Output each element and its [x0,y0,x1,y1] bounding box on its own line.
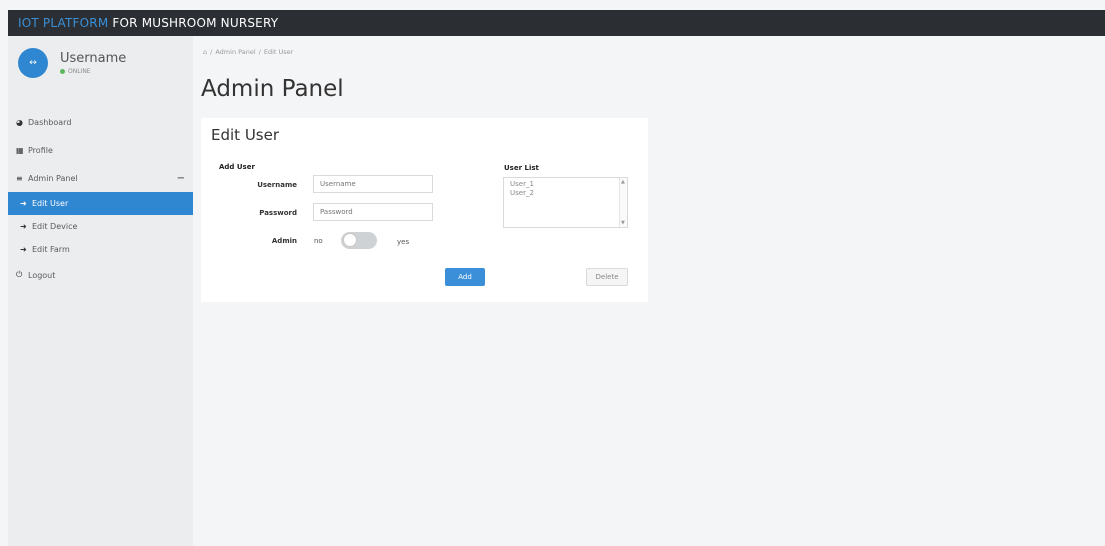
avatar: ↔ [18,48,48,78]
sidebar-item-label: Profile [28,145,53,155]
calendar-icon: ▦ [16,145,24,155]
top-navbar: IOT PLATFORM FOR MUSHROOM NURSERY [8,10,1105,36]
admin-label: Admin [271,237,297,245]
sidebar-item-edit-device[interactable]: ➜ Edit Device [8,215,193,238]
avatar-icon: ↔ [29,58,37,68]
sidebar-item-dashboard[interactable]: ◕ Dashboard [8,108,193,136]
list-item[interactable]: User_1 [504,180,627,189]
scroll-up-icon[interactable]: ▲ [621,179,625,185]
online-status: ONLINE [60,68,126,75]
username-input[interactable] [313,175,433,193]
sidebar-item-label: Dashboard [28,117,72,127]
sidebar-item-label: Edit User [32,199,69,208]
breadcrumb: ⌂ / Admin Panel / Edit User [203,48,293,56]
brand-accent: IOT PLATFORM [18,16,109,30]
sidebar-item-admin-panel[interactable]: ≡ Admin Panel − [8,164,193,192]
brand-title[interactable]: IOT PLATFORM FOR MUSHROOM NURSERY [8,16,278,30]
toggle-no-label: no [314,237,323,245]
arrow-right-icon: ➜ [20,222,27,231]
breadcrumb-separator: / [258,48,261,56]
dashboard-icon: ◕ [16,117,23,127]
toggle-yes-label: yes [397,238,410,246]
user-list-heading: User List [504,164,539,172]
admin-toggle[interactable] [341,232,377,249]
power-icon: ⏻ [16,270,23,279]
status-text: ONLINE [68,68,91,75]
add-user-heading: Add User [219,163,255,171]
scroll-down-icon[interactable]: ▼ [621,220,625,226]
user-list-select[interactable]: User_1 User_2 ▲ ▼ [503,177,628,228]
breadcrumb-item-admin-panel[interactable]: Admin Panel [215,48,255,56]
sidebar-item-label: Edit Device [32,222,78,231]
online-dot-icon [60,69,65,74]
list-icon: ≡ [16,173,23,183]
sidebar-item-label: Edit Farm [32,245,70,254]
sidebar-item-logout[interactable]: ⏻ Logout [8,261,193,289]
sidebar-item-edit-user[interactable]: ➜ Edit User [8,192,193,215]
password-label: Password [259,209,297,217]
delete-button[interactable]: Delete [586,268,628,286]
sidebar-item-label: Logout [28,270,56,280]
arrow-right-icon: ➜ [20,245,27,254]
sidebar: ↔ Username ONLINE ◕ Dashboard ▦ Profile … [8,36,193,546]
user-info: Username ONLINE [60,51,126,75]
card-title: Edit User [211,126,280,144]
home-icon[interactable]: ⌂ [203,48,207,56]
toggle-knob [343,233,357,247]
sidebar-item-edit-farm[interactable]: ➜ Edit Farm [8,238,193,261]
username-label: Username [257,181,297,189]
username-label: Username [60,51,127,66]
arrow-right-icon: ➜ [20,199,27,208]
edit-user-card: Edit User Add User Username Password Adm… [201,118,648,302]
list-scrollbar[interactable]: ▲ ▼ [619,178,627,227]
list-item[interactable]: User_2 [504,189,627,198]
sidebar-menu: ◕ Dashboard ▦ Profile ≡ Admin Panel − ➜ … [8,108,193,289]
user-panel: ↔ Username ONLINE [18,48,126,78]
page-title: Admin Panel [201,76,344,102]
sidebar-item-label: Admin Panel [28,173,78,183]
breadcrumb-separator: / [210,48,213,56]
password-input[interactable] [313,203,433,221]
breadcrumb-item-edit-user: Edit User [263,48,294,56]
add-button[interactable]: Add [445,268,485,286]
brand-rest: FOR MUSHROOM NURSERY [108,16,279,30]
sidebar-item-profile[interactable]: ▦ Profile [8,136,193,164]
collapse-icon[interactable]: − [177,173,185,184]
